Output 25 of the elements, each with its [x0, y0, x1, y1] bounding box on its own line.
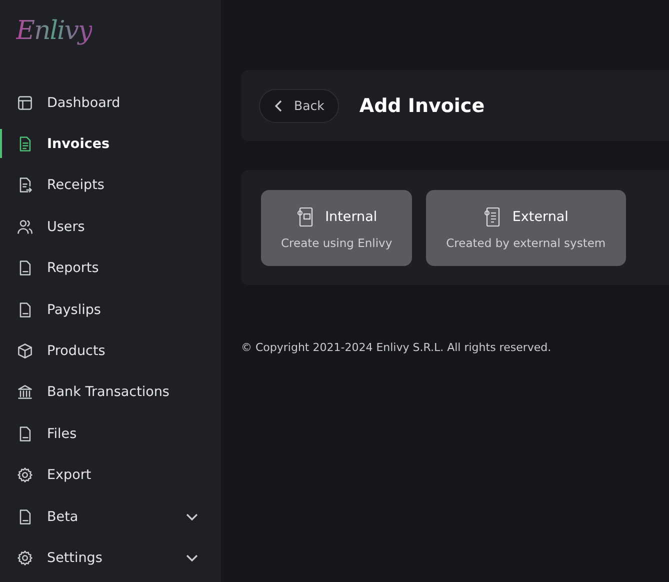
- sidebar-item[interactable]: Files: [0, 413, 221, 455]
- users-icon: [16, 218, 34, 236]
- option-card[interactable]: Internal Create using Enlivy: [261, 190, 412, 266]
- sidebar-item[interactable]: Settings: [0, 537, 221, 579]
- sidebar-item[interactable]: Dashboard: [0, 82, 221, 124]
- sidebar-item[interactable]: Products: [0, 330, 221, 372]
- page-title: Add Invoice: [359, 94, 485, 116]
- logo: Enlivy: [16, 16, 92, 46]
- settings-icon: [16, 548, 34, 567]
- option-card[interactable]: External Created by external system: [426, 190, 626, 266]
- sidebar-item[interactable]: Receipts: [0, 164, 221, 206]
- box-icon: [16, 342, 34, 360]
- bank-icon: [16, 383, 34, 402]
- sidebar-item[interactable]: Invoices: [0, 123, 221, 165]
- sidebar-item[interactable]: Beta: [0, 496, 221, 538]
- settings-icon: [16, 466, 34, 484]
- sidebar-item[interactable]: Users: [0, 206, 221, 248]
- back-button[interactable]: Back: [259, 88, 340, 122]
- copyright-text: © Copyright 2021-2024 Enlivy S.R.L. All rights reserved.: [241, 341, 552, 354]
- sidebar-item[interactable]: Bank Transactions: [0, 372, 221, 414]
- sidebar-item[interactable]: Payslips: [0, 288, 221, 330]
- sidebar-item[interactable]: Export: [0, 454, 221, 496]
- sidebar-item[interactable]: Reports: [0, 248, 221, 289]
- layout-icon: [16, 94, 34, 112]
- chevron-left-icon: [274, 100, 284, 112]
